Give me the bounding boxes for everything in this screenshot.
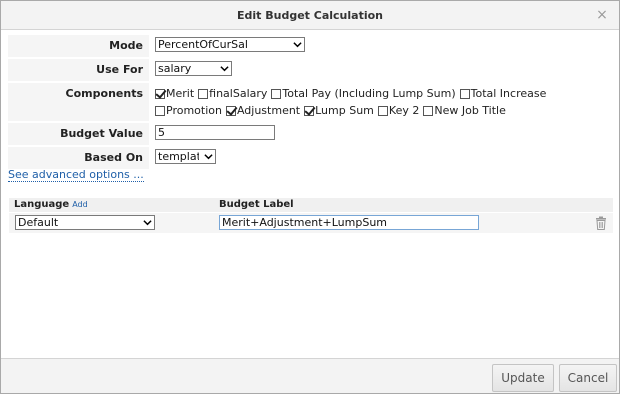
mode-cell: PercentOfCurSal: [149, 35, 612, 57]
component-label: Promotion: [166, 104, 222, 117]
use-for-label: Use For: [8, 59, 149, 81]
language-select-wrap: Default: [15, 215, 155, 230]
component-label: finalSalary: [209, 87, 268, 100]
language-row: Default: [9, 213, 613, 233]
budget-value-input[interactable]: [155, 125, 275, 140]
component-adjustment[interactable]: Adjustment: [225, 103, 301, 119]
component-label: Total Pay (Including Lump Sum): [282, 87, 456, 100]
components-checklist: Merit finalSalary Total Pay (Including L…: [155, 85, 608, 119]
budget-value-label: Budget Value: [8, 123, 149, 145]
component-final-salary[interactable]: finalSalary: [198, 86, 267, 102]
budget-value-cell: [149, 123, 612, 145]
checkbox[interactable]: [225, 106, 236, 116]
component-new-job-title[interactable]: New Job Title: [423, 103, 506, 119]
based-on-select[interactable]: template: [155, 149, 216, 164]
budget-form: Mode PercentOfCurSal Use For salary Comp…: [8, 35, 612, 171]
trash-icon[interactable]: [595, 216, 607, 230]
mode-row: Mode PercentOfCurSal: [8, 35, 612, 59]
checkbox[interactable]: [271, 89, 282, 99]
language-column-header: Language Add: [14, 198, 88, 212]
based-on-label: Based On: [8, 147, 149, 169]
checkbox[interactable]: [423, 106, 434, 116]
budget-label-column-header: Budget Label: [219, 199, 294, 210]
components-cell: Merit finalSalary Total Pay (Including L…: [149, 83, 612, 121]
use-for-cell: salary: [149, 59, 612, 81]
component-label: New Job Title: [434, 104, 506, 117]
close-icon[interactable]: ×: [595, 7, 609, 23]
components-row: Components Merit finalSalary Total Pay (…: [8, 83, 612, 123]
advanced-options-link[interactable]: See advanced options ...: [8, 169, 144, 182]
checkbox[interactable]: [155, 89, 165, 99]
add-language-link[interactable]: Add: [72, 200, 88, 209]
component-label: Merit: [166, 87, 195, 100]
components-label: Components: [8, 83, 149, 121]
component-label: Adjustment: [236, 104, 301, 117]
dialog-footer: Update Cancel: [1, 358, 619, 393]
update-button[interactable]: Update: [492, 364, 554, 392]
checkbox[interactable]: [304, 106, 315, 116]
checkbox[interactable]: [155, 106, 165, 116]
use-for-row: Use For salary: [8, 59, 612, 83]
based-on-select-wrap: template: [155, 149, 216, 165]
checkbox[interactable]: [377, 106, 388, 116]
use-for-select[interactable]: salary: [155, 61, 232, 76]
component-key-2[interactable]: Key 2: [377, 103, 420, 119]
dialog-title: Edit Budget Calculation: [237, 9, 383, 22]
component-promotion[interactable]: Promotion: [155, 103, 222, 119]
checkbox[interactable]: [198, 89, 209, 99]
component-merit[interactable]: Merit: [155, 86, 194, 102]
component-total-increase[interactable]: Total Increase: [459, 86, 547, 102]
mode-label: Mode: [8, 35, 149, 57]
component-lump-sum[interactable]: Lump Sum: [304, 103, 374, 119]
checkbox[interactable]: [459, 89, 470, 99]
edit-budget-dialog: Edit Budget Calculation × Mode PercentOf…: [0, 0, 620, 394]
mode-select-wrap: PercentOfCurSal: [155, 37, 305, 53]
budget-value-row: Budget Value: [8, 123, 612, 147]
based-on-cell: template: [149, 147, 612, 169]
language-table-header: Language Add Budget Label: [9, 198, 613, 212]
component-label: Key 2: [388, 104, 420, 117]
cancel-button[interactable]: Cancel: [559, 364, 617, 392]
component-total-pay[interactable]: Total Pay (Including Lump Sum): [271, 86, 456, 102]
language-header-label: Language: [14, 199, 70, 210]
mode-select[interactable]: PercentOfCurSal: [155, 37, 305, 52]
component-label: Total Increase: [470, 87, 547, 100]
dialog-title-bar: Edit Budget Calculation ×: [1, 1, 619, 30]
component-label: Lump Sum: [315, 104, 374, 117]
use-for-select-wrap: salary: [155, 61, 232, 77]
budget-label-input[interactable]: [219, 215, 479, 230]
language-select[interactable]: Default: [15, 215, 155, 230]
